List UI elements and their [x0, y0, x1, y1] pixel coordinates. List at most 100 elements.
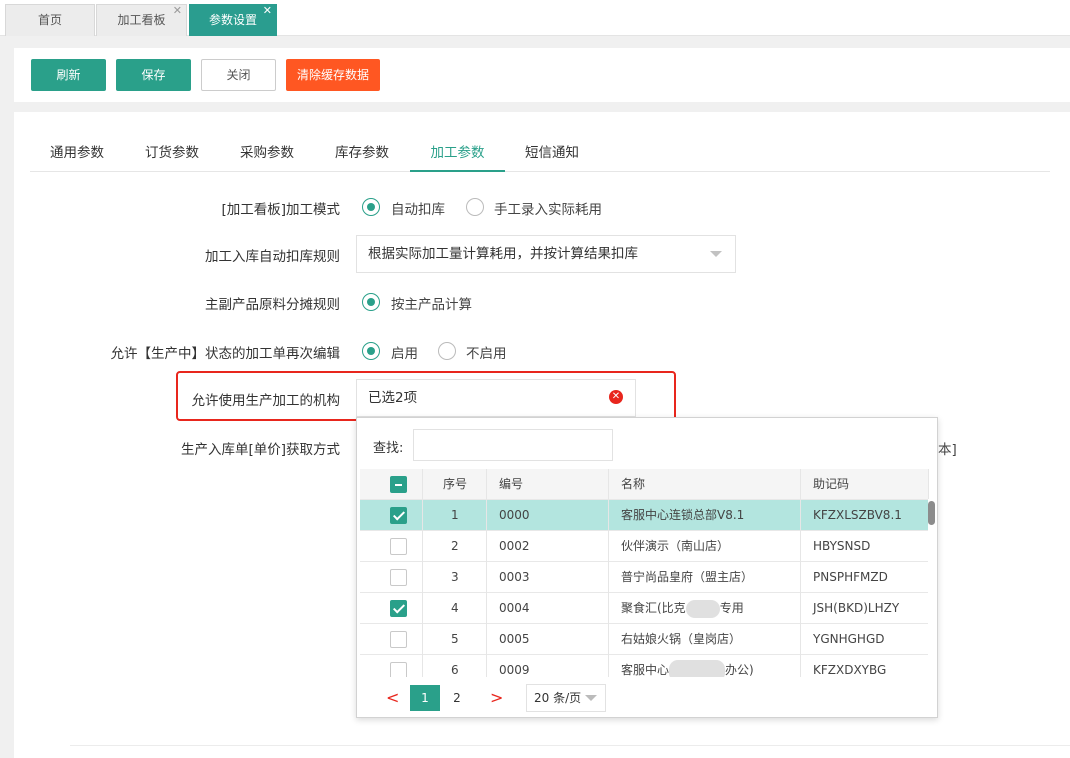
row-name: 聚食汇(比克 专用 [609, 593, 801, 624]
chevron-down-icon [585, 695, 597, 701]
row-mnemonic: KFZXDXYBG [801, 655, 929, 677]
row-checkbox[interactable] [390, 631, 407, 648]
price-label: 生产入库单[单价]获取方式 [180, 442, 340, 458]
row-name-text: 聚食汇(比克 [621, 601, 686, 615]
scrollbar-track[interactable] [928, 499, 936, 677]
reedit-disable-radio[interactable] [438, 342, 456, 360]
tab-processing-board[interactable]: 加工看板 ✕ [96, 4, 187, 36]
tab-sms-notify[interactable]: 短信通知 [525, 124, 579, 172]
save-button[interactable]: 保存 [116, 59, 191, 91]
tab-general-params[interactable]: 通用参数 [50, 124, 104, 172]
row-name: 普宁尚品皇府（盟主店） [609, 562, 801, 593]
row-code: 0009 [487, 655, 609, 677]
close-icon[interactable]: ✕ [263, 0, 272, 26]
row-name: 右姑娘火锅（皇岗店） [609, 624, 801, 655]
search-label: 查找: [373, 441, 404, 456]
next-page-icon[interactable]: > [490, 688, 503, 707]
grid-header: 序号 编号 名称 助记码 [360, 469, 929, 500]
tab-processing-params[interactable]: 加工参数 [410, 124, 505, 172]
share-rule-main-radio[interactable] [362, 293, 380, 311]
close-button[interactable]: 关闭 [201, 59, 276, 91]
row-no: 3 [423, 562, 487, 593]
table-row[interactable]: 3 0003 普宁尚品皇府（盟主店） PNSPHFMZD [360, 562, 929, 593]
row-no: 5 [423, 624, 487, 655]
search-input[interactable] [413, 429, 613, 461]
chevron-down-icon [710, 251, 722, 257]
tab-label: 加工看板 [117, 13, 166, 27]
row-code: 0003 [487, 562, 609, 593]
reedit-enable-radio[interactable] [362, 342, 380, 360]
toolbar: 刷新 保存 关闭 清除缓存数据 [14, 48, 1070, 102]
tab-home[interactable]: 首页 [5, 4, 95, 36]
row-name-tail: 专用 [719, 601, 744, 615]
row-name: 客服中心连锁总部V8.1 [609, 500, 801, 531]
close-icon[interactable]: ✕ [173, 0, 182, 26]
per-page-value: 20 条/页 [534, 691, 582, 705]
col-no: 序号 [423, 469, 487, 500]
share-rule-label: 主副产品原料分摊规则 [205, 297, 340, 313]
row-checkbox[interactable] [390, 600, 407, 617]
table-row[interactable]: 6 0009 客服中心 办公) KFZXDXYBG [360, 655, 929, 677]
deduct-rule-select[interactable]: 根据实际加工量计算耗用，并按计算结果扣库 [356, 235, 736, 273]
redacted-blur [685, 599, 720, 618]
clear-cache-button[interactable]: 清除缓存数据 [286, 59, 380, 91]
row-checkbox[interactable] [390, 538, 407, 555]
highlight-box [176, 371, 676, 421]
reedit-label: 允许【生产中】状态的加工单再次编辑 [110, 346, 341, 362]
divider [70, 745, 1070, 746]
refresh-button[interactable]: 刷新 [31, 59, 106, 91]
row-name: 伙伴演示（南山店） [609, 531, 801, 562]
col-code: 编号 [487, 469, 609, 500]
row-checkbox[interactable] [390, 569, 407, 586]
mode-auto-radio[interactable] [362, 198, 380, 216]
table-row[interactable]: 5 0005 右姑娘火锅（皇岗店） YGNHGHGD [360, 624, 929, 655]
mode-label: [加工看板]加工模式 [221, 202, 340, 218]
table-row[interactable]: 4 0004 聚食汇(比克 专用 JSH(BKD)LHZY [360, 593, 929, 624]
row-name-tail: 办公) [725, 663, 754, 677]
row-code: 0005 [487, 624, 609, 655]
row-no: 2 [423, 531, 487, 562]
select-all-checkbox[interactable] [390, 476, 407, 493]
col-name: 名称 [609, 469, 801, 500]
reedit-enable-label: 启用 [391, 346, 418, 362]
mode-manual-radio[interactable] [466, 198, 484, 216]
row-mnemonic: KFZXLSZBV8.1 [801, 500, 929, 531]
row-no: 4 [423, 593, 487, 624]
row-name-text: 客服中心 [621, 663, 670, 677]
row-mnemonic: HBYSNSD [801, 531, 929, 562]
tab-bar: 首页 加工看板 ✕ 参数设置 ✕ [0, 0, 1070, 36]
row-name: 客服中心 办公) [609, 655, 801, 677]
mode-manual-label: 手工录入实际耗用 [494, 202, 602, 218]
scrollbar-thumb[interactable] [928, 501, 935, 525]
table-row[interactable]: 2 0002 伙伴演示（南山店） HBYSNSD [360, 531, 929, 562]
prev-page-icon[interactable]: < [386, 688, 399, 707]
tab-order-params[interactable]: 订货参数 [145, 124, 199, 172]
row-code: 0000 [487, 500, 609, 531]
tab-stock-params[interactable]: 库存参数 [335, 124, 389, 172]
row-code: 0004 [487, 593, 609, 624]
row-checkbox[interactable] [390, 662, 407, 677]
row-code: 0002 [487, 531, 609, 562]
org-dropdown: 查找: 序号 编号 名称 助记码 1 0000 客服中心连锁总部V8.1 KFZ… [356, 417, 938, 718]
table-row[interactable]: 1 0000 客服中心连锁总部V8.1 KFZXLSZBV8.1 [360, 500, 929, 531]
tab-param-settings[interactable]: 参数设置 ✕ [189, 4, 277, 36]
row-mnemonic: PNSPHFMZD [801, 562, 929, 593]
price-value-tail: 本] [938, 442, 957, 458]
deduct-rule-value: 根据实际加工量计算耗用，并按计算结果扣库 [368, 246, 638, 262]
mode-auto-label: 自动扣库 [391, 202, 445, 218]
org-grid: 序号 编号 名称 助记码 1 0000 客服中心连锁总部V8.1 KFZXLSZ… [360, 469, 929, 677]
row-mnemonic: JSH(BKD)LHZY [801, 593, 929, 624]
row-mnemonic: YGNHGHGD [801, 624, 929, 655]
redacted-blur [669, 659, 726, 677]
row-no: 6 [423, 655, 487, 677]
tab-label: 参数设置 [208, 13, 257, 27]
row-checkbox[interactable] [390, 507, 407, 524]
share-rule-main-label: 按主产品计算 [391, 297, 472, 313]
page-2-button[interactable]: 2 [442, 685, 472, 711]
page-1-button[interactable]: 1 [410, 685, 440, 711]
param-tabs: 通用参数 订货参数 采购参数 库存参数 加工参数 短信通知 [30, 124, 1050, 172]
reedit-disable-label: 不启用 [466, 346, 507, 362]
row-no: 1 [423, 500, 487, 531]
tab-purchase-params[interactable]: 采购参数 [240, 124, 294, 172]
deduct-rule-label: 加工入库自动扣库规则 [205, 249, 340, 265]
